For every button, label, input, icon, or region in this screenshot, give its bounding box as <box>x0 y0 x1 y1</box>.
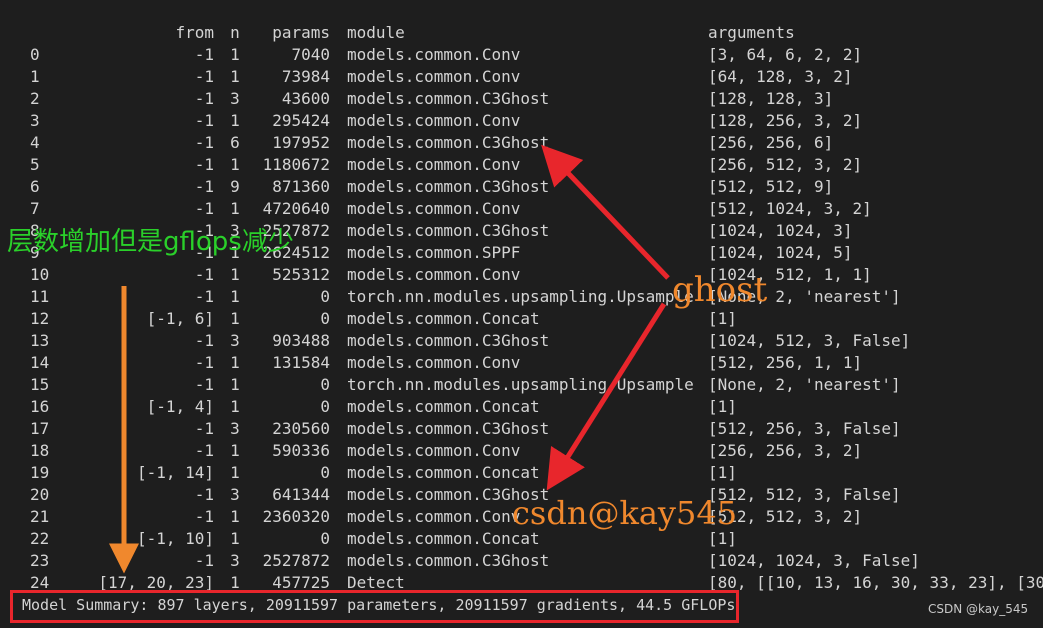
annotation-arrows <box>109 144 670 574</box>
arrow-to-c3ghost-upper <box>541 144 670 280</box>
csdn-watermark: CSDN @kay_545 <box>928 602 1029 616</box>
layers-note-label: 层数增加但是gflops减少 <box>7 227 294 257</box>
ghost-label: ghost <box>672 270 768 310</box>
arrow-to-c3ghost-lower <box>546 302 667 491</box>
author-label: csdn@kay545 <box>512 494 738 532</box>
